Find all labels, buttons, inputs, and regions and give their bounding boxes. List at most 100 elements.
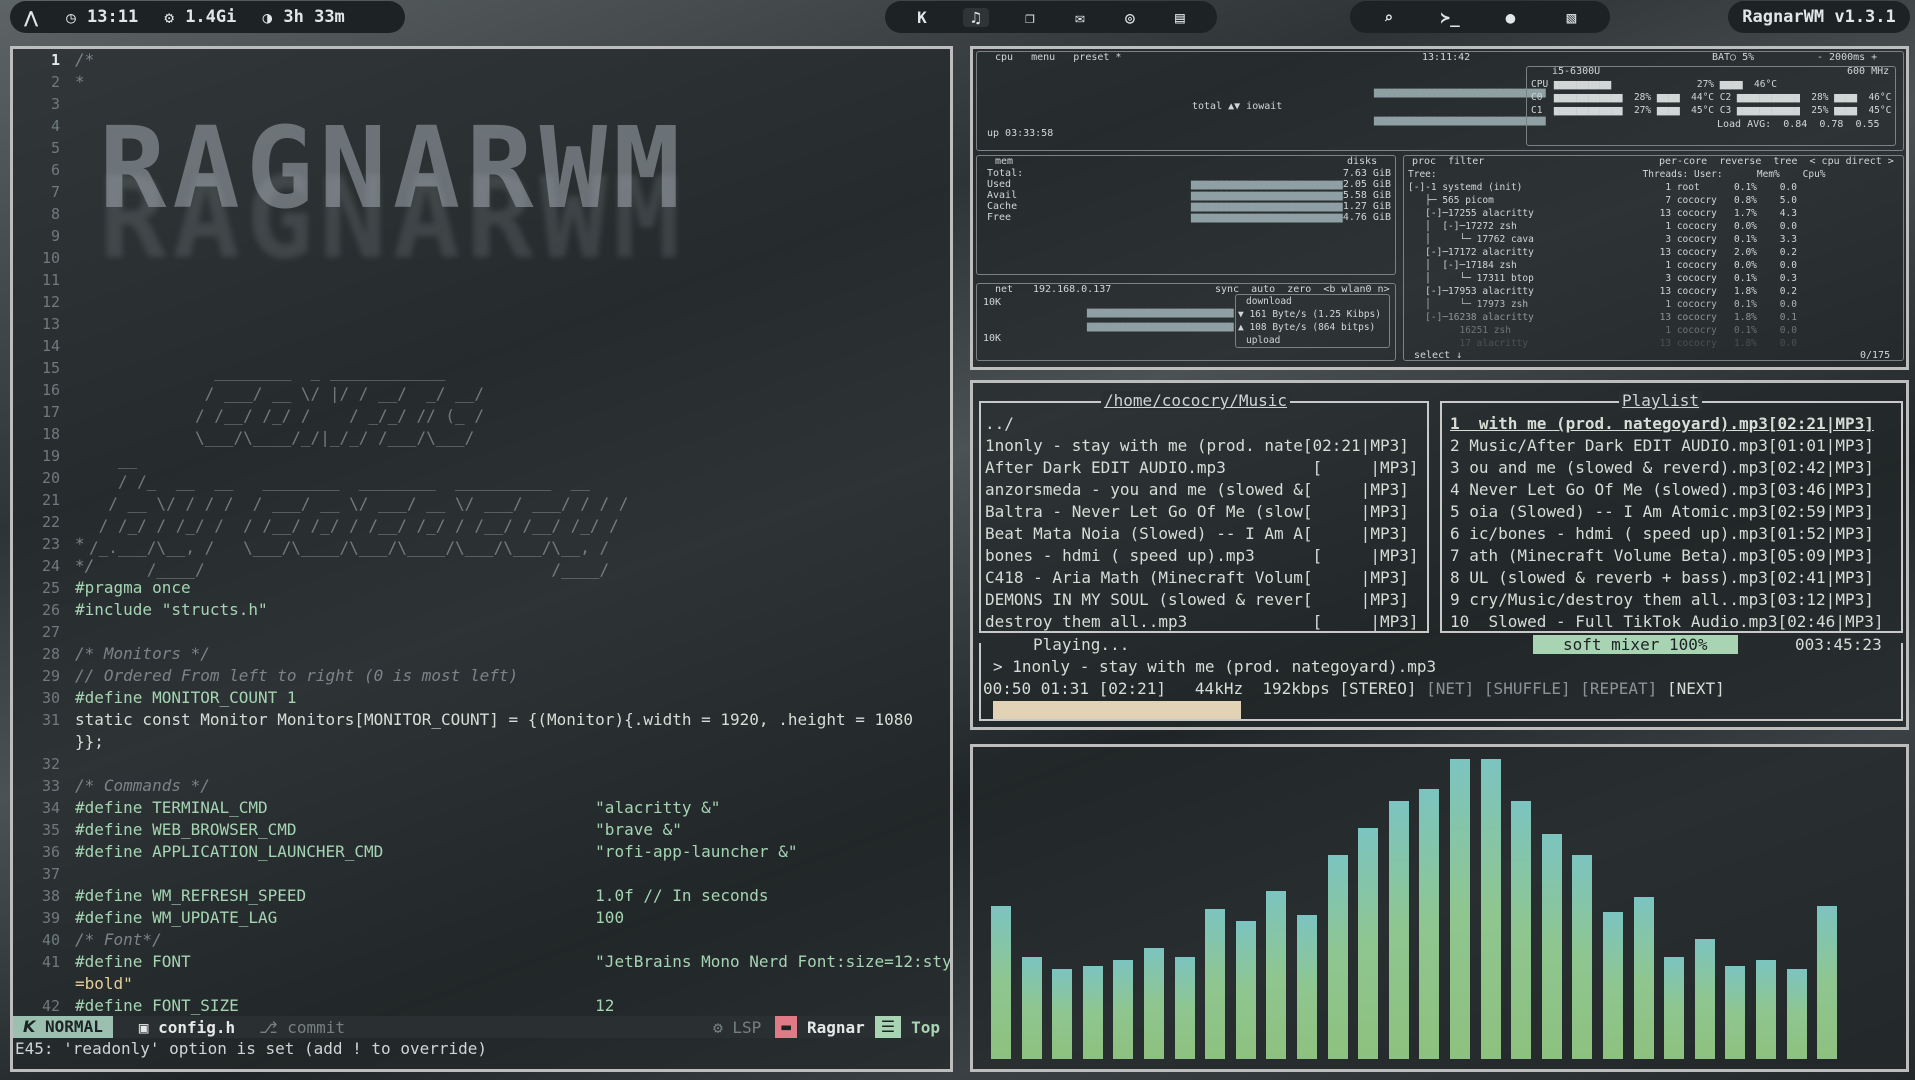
process-row[interactable]: [-]─17953 alacritty 13 cococry 1.8% 0.2: [1408, 285, 1797, 298]
playlist-entry[interactable]: 6 ic/bones - hdmi ( speed up).mp3[01:52|…: [1450, 523, 1900, 545]
playlist-pane[interactable]: Playlist 1 with me (prod. nategoyard).mp…: [1440, 391, 1903, 633]
code-line[interactable]: [75, 269, 950, 291]
btop-window[interactable]: cpu menu preset * 13:11:42 BAT○ 5% - 200…: [970, 46, 1909, 370]
file-entry[interactable]: 1nonly - stay with me (prod. nate[02:21|…: [985, 435, 1425, 457]
code-line[interactable]: #define TERMINAL_CMD "alacritty &": [75, 797, 950, 819]
file-entry[interactable]: bones - hdmi ( speed up).mp3 [ |MP3]: [985, 545, 1425, 567]
k-app-icon[interactable]: K: [913, 8, 931, 27]
code-line[interactable]: [75, 401, 950, 423]
file-entry[interactable]: C418 - Aria Math (Minecraft Volum[ |MP3]: [985, 567, 1425, 589]
code-line[interactable]: [75, 225, 950, 247]
code-line[interactable]: #pragma once: [75, 577, 950, 599]
file-entry[interactable]: DEMONS IN MY SOUL (slowed & rever[ |MP3]: [985, 589, 1425, 611]
code-line[interactable]: */: [75, 555, 950, 577]
code-line[interactable]: [75, 291, 950, 313]
code-line[interactable]: [75, 247, 950, 269]
code-line[interactable]: [75, 115, 950, 137]
proc-options[interactable]: per-core reverse tree < cpu direct >: [1659, 155, 1894, 168]
playlist-entry[interactable]: 4 Never Let Go Of Me (slowed).mp3[03:46|…: [1450, 479, 1900, 501]
playlist-entry[interactable]: 1 with me (prod. nategoyard).mp3[02:21|M…: [1450, 413, 1900, 435]
code-line[interactable]: #include "structs.h": [75, 599, 950, 621]
file-entry[interactable]: Beat Mata Noia (Slowed) -- I Am A[ |MP3]: [985, 523, 1425, 545]
code-line[interactable]: [75, 137, 950, 159]
playlist-entry[interactable]: 3 ou and me (slowed & reverd).mp3[02:42|…: [1450, 457, 1900, 479]
process-row[interactable]: │ [-]─17272 zsh 1 cococry 0.0% 0.0: [1408, 220, 1797, 233]
code-line[interactable]: [75, 489, 950, 511]
code-line[interactable]: /*: [75, 49, 950, 71]
code-line[interactable]: [75, 159, 950, 181]
mail-icon[interactable]: ✉: [1071, 8, 1089, 27]
code-buffer[interactable]: /* * * */#pragma once #include "structs.h"/*…: [75, 49, 950, 1017]
code-line[interactable]: [75, 753, 950, 775]
code-line[interactable]: =bold": [75, 973, 950, 995]
code-line[interactable]: [75, 357, 950, 379]
process-row[interactable]: 16251 zsh 1 cococry 0.1% 0.0: [1408, 324, 1796, 337]
code-line[interactable]: [75, 313, 950, 335]
proc-select[interactable]: select ↓: [1414, 349, 1462, 362]
code-line[interactable]: [75, 423, 950, 445]
code-line[interactable]: static const Monitor Monitors[MONITOR_CO…: [75, 709, 950, 731]
process-row[interactable]: 17 alacritty 13 cococry 1.8% 0.0: [1408, 337, 1796, 350]
code-line[interactable]: [75, 863, 950, 885]
file-entry[interactable]: destroy them all..mp3 [ |MP3]: [985, 611, 1425, 633]
cpu-tabs[interactable]: cpu menu preset *: [995, 51, 1121, 64]
code-line[interactable]: /* Commands */: [75, 775, 950, 797]
image-icon[interactable]: ▧: [1563, 8, 1581, 27]
playback-flags[interactable]: [NET] [SHUFFLE] [REPEAT]: [1426, 679, 1657, 698]
code-line[interactable]: [75, 445, 950, 467]
process-row[interactable]: │ └─ 17973 zsh 1 cococry 0.1% 0.0: [1408, 298, 1797, 311]
proc-title[interactable]: proc filter: [1412, 155, 1484, 168]
music-player-window[interactable]: /home/cococry/Music ../1nonly - stay wit…: [970, 380, 1909, 730]
code-line[interactable]: #define WEB_BROWSER_CMD "brave &": [75, 819, 950, 841]
code-line[interactable]: [75, 181, 950, 203]
code-line[interactable]: [75, 379, 950, 401]
file-entry[interactable]: After Dark EDIT AUDIO.mp3 [ |MP3]: [985, 457, 1425, 479]
code-line[interactable]: #define FONT_SIZE 12: [75, 995, 950, 1017]
file-list[interactable]: ../1nonly - stay with me (prod. nate[02:…: [985, 413, 1425, 633]
code-line[interactable]: [75, 93, 950, 115]
playlist-entry[interactable]: 9 cry/Music/destroy them all..mp3[03:12|…: [1450, 589, 1900, 611]
book-icon[interactable]: ▤: [1171, 8, 1189, 27]
refresh-interval[interactable]: - 2000ms +: [1817, 51, 1877, 64]
code-line[interactable]: #define WM_REFRESH_SPEED 1.0f // In seco…: [75, 885, 950, 907]
editor-window[interactable]: RAGNARWM RAGNARWM ________ _ ___________…: [10, 46, 953, 1072]
process-row[interactable]: │ └─ 17311 btop 3 cococry 0.1% 0.3: [1408, 272, 1797, 285]
process-row[interactable]: [-]-1 systemd (init) 1 root 0.1% 0.0: [1408, 181, 1797, 194]
progress-bar[interactable]: [993, 701, 1683, 719]
code-line[interactable]: #define FONT "JetBrains Mono Nerd Font:s…: [75, 951, 950, 973]
playlist-entry[interactable]: 8 UL (slowed & reverb + bass).mp3[02:41|…: [1450, 567, 1900, 589]
file-browser-pane[interactable]: /home/cococry/Music ../1nonly - stay wit…: [979, 391, 1429, 633]
file-entry[interactable]: Baltra - Never Let Go Of Me (slow[ |MP3]: [985, 501, 1425, 523]
next-flag[interactable]: [NEXT]: [1667, 679, 1725, 698]
code-line[interactable]: [75, 511, 950, 533]
process-row[interactable]: [-]─17255 alacritty 13 cococry 1.7% 4.3: [1408, 207, 1797, 220]
copy-icon[interactable]: ❐: [1021, 8, 1039, 27]
code-line[interactable]: /* Font*/: [75, 929, 950, 951]
arch-logo-icon[interactable]: ⋀: [22, 8, 40, 27]
code-line[interactable]: [75, 203, 950, 225]
terminal-icon[interactable]: ≻_: [1441, 8, 1460, 27]
code-line[interactable]: *: [75, 533, 950, 555]
playlist-entry[interactable]: 5 oia (Slowed) -- I Am Atomic.mp3[02:59|…: [1450, 501, 1900, 523]
code-line[interactable]: [75, 467, 950, 489]
code-line[interactable]: #define WM_UPDATE_LAG 100: [75, 907, 950, 929]
code-line[interactable]: #define APPLICATION_LAUNCHER_CMD "rofi-a…: [75, 841, 950, 863]
code-line[interactable]: #define MONITOR_COUNT 1: [75, 687, 950, 709]
file-entry[interactable]: ../: [985, 413, 1425, 435]
process-row[interactable]: [-]─17172 alacritty 13 cococry 2.0% 0.2: [1408, 246, 1797, 259]
playlist-entry[interactable]: 7 ath (Minecraft Volume Beta).mp3[05:09|…: [1450, 545, 1900, 567]
code-line[interactable]: // Ordered From left to right (0 is most…: [75, 665, 950, 687]
playlist-entry[interactable]: 10 Slowed - Full TikTok Audio.mp3[02:46|…: [1450, 611, 1900, 633]
soft-mixer[interactable]: soft mixer 100%: [1533, 635, 1738, 654]
process-row[interactable]: │ [-]─17184 zsh 1 cococry 0.0% 0.0: [1408, 259, 1797, 272]
record-icon[interactable]: ●: [1502, 8, 1520, 27]
code-line[interactable]: }};: [75, 731, 950, 753]
search-icon[interactable]: ⌕: [1380, 8, 1398, 27]
file-entry[interactable]: anzorsmeda - you and me (slowed &[ |MP3]: [985, 479, 1425, 501]
gamepad-icon[interactable]: ◎: [1121, 8, 1139, 27]
code-line[interactable]: *: [75, 71, 950, 93]
code-line[interactable]: [75, 621, 950, 643]
playlist-list[interactable]: 1 with me (prod. nategoyard).mp3[02:21|M…: [1450, 413, 1900, 633]
process-row[interactable]: [-]─16238 alacritty 13 cococry 1.8% 0.1: [1408, 311, 1797, 324]
music-icon[interactable]: ♫: [963, 7, 989, 27]
